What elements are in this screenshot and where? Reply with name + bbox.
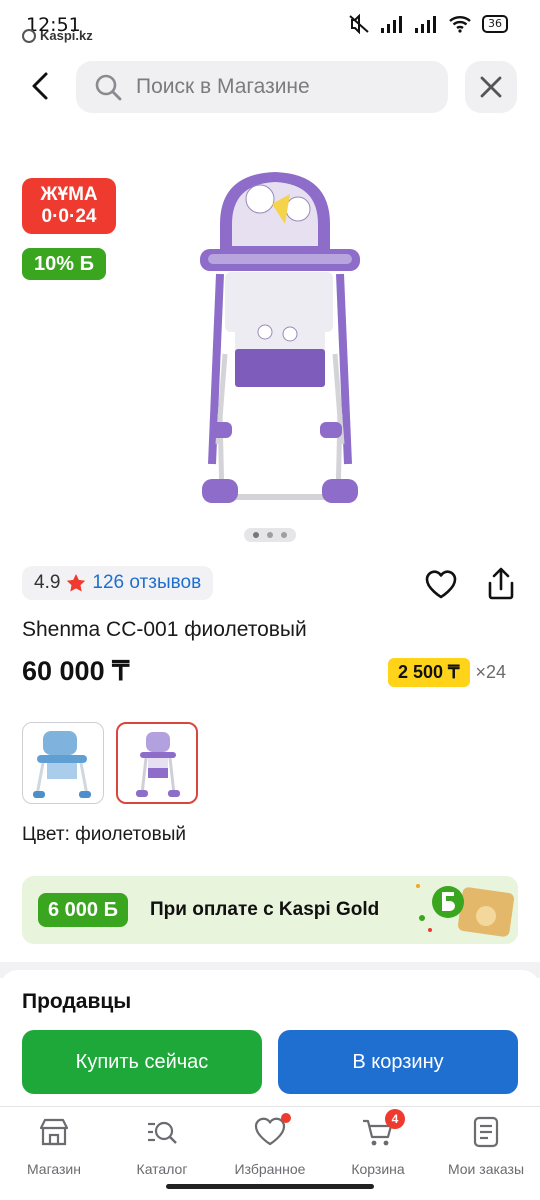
search-input[interactable] [136,75,436,99]
nav-item-favorites[interactable]: Избранное [216,1113,324,1181]
product-price: 60 000 ₸ [22,656,130,686]
favorites-icon-wrap [253,1113,291,1149]
cart-count-badge: 4 [385,1109,405,1129]
gold-banner-text: При оплате с Kaspi Gold [150,899,380,920]
orders-icon [473,1116,499,1148]
kaspi-gold-card-art [416,884,515,937]
sale-badge-line2: 0·0·24 [41,206,97,227]
gallery-dot-1 [253,532,259,538]
back-icon [32,72,48,100]
gallery-pagination [244,528,296,542]
product-gallery[interactable]: ЖҰМА 0·0·24 10% Б [0,140,540,550]
heart-icon [425,570,457,599]
status-app-text: Kaspi.kz [40,28,93,43]
nav-item-cart[interactable]: 4 Корзина [324,1109,432,1181]
variant-blue-thumbnail [33,731,91,798]
catalog-search-icon [148,1121,177,1144]
sale-badge: ЖҰМА 0·0·24 [22,178,116,234]
status-app-label: Kaspi.kz [22,28,93,43]
mute-vibrate-icon [349,14,369,34]
favorite-button[interactable] [424,568,458,602]
sale-badge-line1: ЖҰМА [40,184,98,205]
nav-item-catalog[interactable]: Каталог [108,1115,216,1181]
rating-pill[interactable]: 4.9 126 отзывов [22,566,214,600]
battery-indicator: 36 [482,15,508,33]
nav-label-orders: Мои заказы [447,1161,525,1177]
gold-bonus-amount: 6 000 Б [38,893,128,927]
installment-months: ×24 [475,662,507,682]
home-indicator[interactable] [166,1184,374,1189]
sellers-title: Продавцы [22,990,132,1013]
close-icon [480,76,502,98]
status-bar: 12:51 Kaspi.kz 36 [0,0,540,48]
product-title: Shenma CC-001 фиолетовый [22,618,307,641]
kaspi-gold-banner[interactable]: 6 000 Б При оплате с Kaspi Gold [22,876,518,944]
search-icon [95,74,122,101]
rating-value: 4.9 [34,572,61,593]
nav-item-shop[interactable]: Магазин [0,1115,108,1181]
color-label: Цвет: фиолетовый [22,824,186,845]
gallery-dot-2 [267,532,273,538]
shop-icon [39,1118,69,1146]
top-bar [0,58,540,120]
product-image [200,172,360,503]
back-button[interactable] [20,66,60,106]
favorites-notification-dot [281,1113,291,1123]
variant-purple[interactable] [116,722,198,804]
cart-icon-wrap: 4 [361,1109,405,1149]
nav-label-cart: Корзина [351,1161,405,1177]
share-button[interactable] [484,566,518,602]
search-box[interactable] [76,61,448,113]
close-button[interactable] [465,61,517,113]
variant-purple-thumbnail [136,732,180,797]
nav-item-orders[interactable]: Мои заказы [432,1115,540,1181]
status-icons: 36 [348,14,508,34]
installment-info: 2 500 ₸ ×24 [388,658,506,687]
nav-label-catalog: Каталог [136,1161,188,1177]
signal-icon [381,16,402,33]
wifi-icon [449,16,471,33]
reviews-link[interactable]: 126 отзывов [92,572,201,594]
star-icon [67,574,86,592]
gallery-dot-3 [281,532,287,538]
kaspi-app-icon [22,28,36,43]
add-to-cart-button[interactable]: В корзину [278,1030,518,1094]
sellers-section: Продавцы Купить сейчас В корзину [0,970,540,1110]
nav-label-favorites: Избранное [234,1161,306,1177]
signal-icon-2 [415,16,436,33]
bonus-badge: 10% Б [22,248,106,280]
buy-now-button[interactable]: Купить сейчас [22,1030,262,1094]
installment-amount: 2 500 ₸ [388,658,470,687]
share-icon [488,567,514,600]
variant-blue[interactable] [22,722,104,804]
nav-label-shop: Магазин [26,1161,81,1177]
